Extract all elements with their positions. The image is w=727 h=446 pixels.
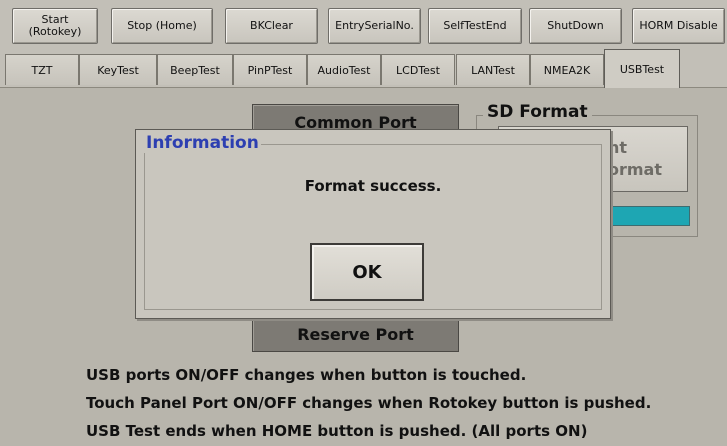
tab-lantest[interactable]: LANTest — [456, 54, 530, 85]
bkclear-button[interactable]: BKClear — [225, 8, 318, 44]
shutdown-button[interactable]: ShutDown — [529, 8, 622, 44]
tab-pinptest[interactable]: PinPTest — [233, 54, 307, 85]
command-bar: Start (Rotokey) Stop (Home) BKClear Entr… — [0, 0, 727, 49]
tab-tzt[interactable]: TZT — [5, 54, 79, 85]
tab-lcdtest[interactable]: LCDTest — [381, 54, 455, 85]
tab-beeptest[interactable]: BeepTest — [157, 54, 233, 85]
tab-nmea2k[interactable]: NMEA2K — [530, 54, 604, 85]
horm-disable-button[interactable]: HORM Disable — [632, 8, 725, 44]
dialog-message: Format success. — [304, 177, 442, 195]
note-touch-panel-port: Touch Panel Port ON/OFF changes when Rot… — [86, 394, 652, 412]
information-dialog: Information Format success. OK — [135, 129, 611, 319]
self-test-end-button[interactable]: SelfTestEnd — [428, 8, 522, 44]
start-rotokey-button[interactable]: Start (Rotokey) — [12, 8, 98, 44]
tab-usbtest[interactable]: USBTest — [604, 49, 680, 88]
note-usb-ports: USB ports ON/OFF changes when button is … — [86, 366, 527, 384]
entry-serial-no-button[interactable]: EntrySerialNo. — [328, 8, 421, 44]
tab-keytest[interactable]: KeyTest — [79, 54, 157, 85]
tab-audiotest[interactable]: AudioTest — [307, 54, 381, 85]
dialog-title: Information — [144, 133, 261, 153]
stop-home-button[interactable]: Stop (Home) — [111, 8, 213, 44]
sd-format-title: SD Format — [483, 102, 592, 122]
reserve-port-button[interactable]: Reserve Port — [252, 316, 459, 352]
note-usb-test-ends: USB Test ends when HOME button is pushed… — [86, 422, 588, 440]
ok-button[interactable]: OK — [310, 243, 424, 301]
